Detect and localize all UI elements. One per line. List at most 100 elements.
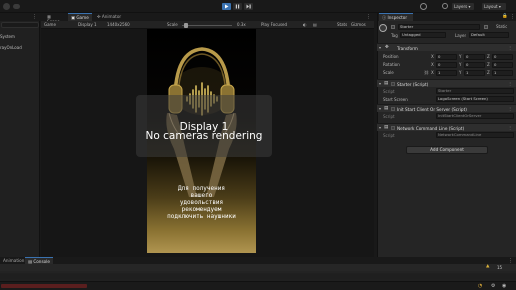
x-label: X <box>431 62 434 67</box>
init-client-script-title: Init Start Client Or Server (Script) <box>397 106 467 112</box>
warning-icon[interactable]: ▲ <box>486 264 489 269</box>
layout-label: Layout <box>484 4 498 9</box>
console-row <box>0 274 516 279</box>
bottom-tabbar: Animation ▤ Console ⋮ <box>0 257 516 265</box>
start-screen-field[interactable]: LogoScreen (Start Screen) <box>436 96 514 102</box>
tab-inspector[interactable]: ⓘ Inspector <box>379 13 413 21</box>
layer-dropdown[interactable]: Default <box>469 32 509 38</box>
script-label: Script <box>383 133 395 138</box>
tag-dropdown[interactable]: Untagged <box>400 32 446 38</box>
resolution-dropdown[interactable]: 1440x2560 <box>107 22 130 27</box>
component-menu-icon[interactable]: ⋮ <box>508 81 512 86</box>
starter-script-field: Starter <box>436 88 514 94</box>
layers-dropdown[interactable]: Layers ▾ <box>452 3 474 10</box>
component-menu-icon[interactable]: ⋮ <box>508 106 512 111</box>
hierarchy-item[interactable]: System <box>0 34 40 41</box>
starter-script-header[interactable]: ▾ ▤ Starter (Script) ⋮ <box>377 79 516 87</box>
script-icon: ▤ <box>384 125 389 130</box>
hierarchy-item-label: rayOnLoad <box>0 45 22 50</box>
headphones-hint-text: Для получения вашего удовольствия рекоме… <box>147 185 256 220</box>
console-toolbar: ▲ 15 <box>0 264 516 271</box>
layout-dropdown[interactable]: Layout ▾ <box>482 3 506 10</box>
rotation-x-field[interactable]: 0 <box>436 62 457 68</box>
inspector-tabbar: ⓘ Inspector 🔒 ⋮ <box>378 13 516 21</box>
debug-icon[interactable]: ⚙ <box>491 283 495 289</box>
object-name-field[interactable]: Starter <box>398 24 480 30</box>
link-icon[interactable]: ⛓ <box>424 70 429 75</box>
layers-label: Layers <box>454 4 468 9</box>
tab-game[interactable]: ▣ Game <box>68 13 92 21</box>
component-enabled-checkbox[interactable] <box>391 107 395 111</box>
tab-label: Inspector <box>387 15 408 20</box>
component-enabled-checkbox[interactable] <box>391 126 395 130</box>
position-y-field[interactable]: 0 <box>464 54 485 60</box>
chevron-down-icon: ▾ <box>468 4 471 9</box>
step-button[interactable] <box>244 3 253 10</box>
rotation-y-field[interactable]: 0 <box>464 62 485 68</box>
tab-label: Animation <box>3 258 25 263</box>
static-label: Static <box>496 24 508 29</box>
scale-slider-handle[interactable] <box>184 22 188 28</box>
gizmos-button[interactable]: Gizmos <box>351 22 366 27</box>
log-count: 15 <box>497 264 503 270</box>
hierarchy-search[interactable] <box>1 22 39 28</box>
mute-icon[interactable]: ◐ <box>303 22 307 27</box>
component-enabled-checkbox[interactable] <box>391 82 395 86</box>
scale-label: Scale <box>167 22 178 27</box>
progress-icon: ◔ <box>478 283 483 289</box>
rotation-label: Rotation <box>383 62 400 67</box>
hierarchy-item[interactable]: rayOnLoad <box>0 45 40 52</box>
info-icon: ⓘ <box>382 15 387 20</box>
hierarchy-item-label: System <box>0 34 15 39</box>
static-checkbox[interactable] <box>484 25 488 29</box>
script-label: Script <box>383 89 395 94</box>
hint-line: рекомендуем <box>181 206 222 213</box>
menu-icon[interactable]: ⋮ <box>32 14 37 20</box>
position-x-field[interactable]: 0 <box>436 54 457 60</box>
error-message[interactable] <box>1 284 87 288</box>
history-icon[interactable] <box>420 3 427 10</box>
game-mode-dropdown[interactable]: Game <box>44 22 56 27</box>
scale-x-field[interactable]: 1 <box>436 70 457 76</box>
cloud-icon[interactable] <box>13 4 20 9</box>
scale-z-field[interactable]: 1 <box>492 70 513 76</box>
position-label: Position <box>383 54 399 59</box>
play-button[interactable] <box>222 3 231 10</box>
search-icon[interactable] <box>442 3 448 9</box>
shortcuts-icon[interactable]: ▤ <box>313 22 317 27</box>
display-dropdown[interactable]: Display 1 <box>78 22 97 27</box>
play-icon <box>225 4 229 9</box>
notification-icon[interactable]: ◉ <box>502 283 506 289</box>
scale-y-field[interactable]: 1 <box>464 70 485 76</box>
hierarchy-panel: ⋮ System rayOnLoad <box>0 13 40 257</box>
start-screen-label: Start Screen <box>383 97 408 102</box>
play-mode-dropdown[interactable]: Play Focused <box>261 22 287 27</box>
y-label: Y <box>459 62 462 67</box>
lock-icon[interactable]: 🔒 <box>502 14 508 19</box>
view-tabbar: ▦ Scene ▣ Game ✣ Animator ⋮ <box>41 13 374 24</box>
object-active-checkbox[interactable] <box>391 25 395 29</box>
component-menu-icon[interactable]: ⋮ <box>508 45 512 50</box>
tab-scene[interactable]: ▦ Scene <box>44 13 66 24</box>
z-label: Z <box>487 62 490 67</box>
menu-icon[interactable]: ⋮ <box>510 14 515 20</box>
x-label: X <box>431 70 434 75</box>
chevron-down-icon: ▾ <box>498 4 501 9</box>
tab-animator[interactable]: ✣ Animator <box>94 13 128 21</box>
tag-label: Tag <box>391 33 398 38</box>
network-cmd-script-header[interactable]: ▾ ▤ Network Command Line (Script) ⋮ <box>377 123 516 131</box>
pause-button[interactable] <box>233 3 242 10</box>
scale-slider[interactable] <box>182 22 232 28</box>
script-label: Script <box>383 114 395 119</box>
menu-icon[interactable]: ⋮ <box>366 14 371 20</box>
add-component-button[interactable]: Add Component <box>406 146 488 154</box>
y-label: Y <box>459 54 462 59</box>
init-client-script-header[interactable]: ▾ ▤ Init Start Client Or Server (Script)… <box>377 104 516 112</box>
account-icon[interactable] <box>3 3 10 10</box>
stats-button[interactable]: Stats <box>337 22 347 27</box>
component-menu-icon[interactable]: ⋮ <box>508 125 512 130</box>
rotation-z-field[interactable]: 0 <box>492 62 513 68</box>
position-z-field[interactable]: 0 <box>492 54 513 60</box>
x-label: X <box>431 54 434 59</box>
transform-header[interactable]: ▾ ✥ Transform ⋮ <box>377 43 516 51</box>
